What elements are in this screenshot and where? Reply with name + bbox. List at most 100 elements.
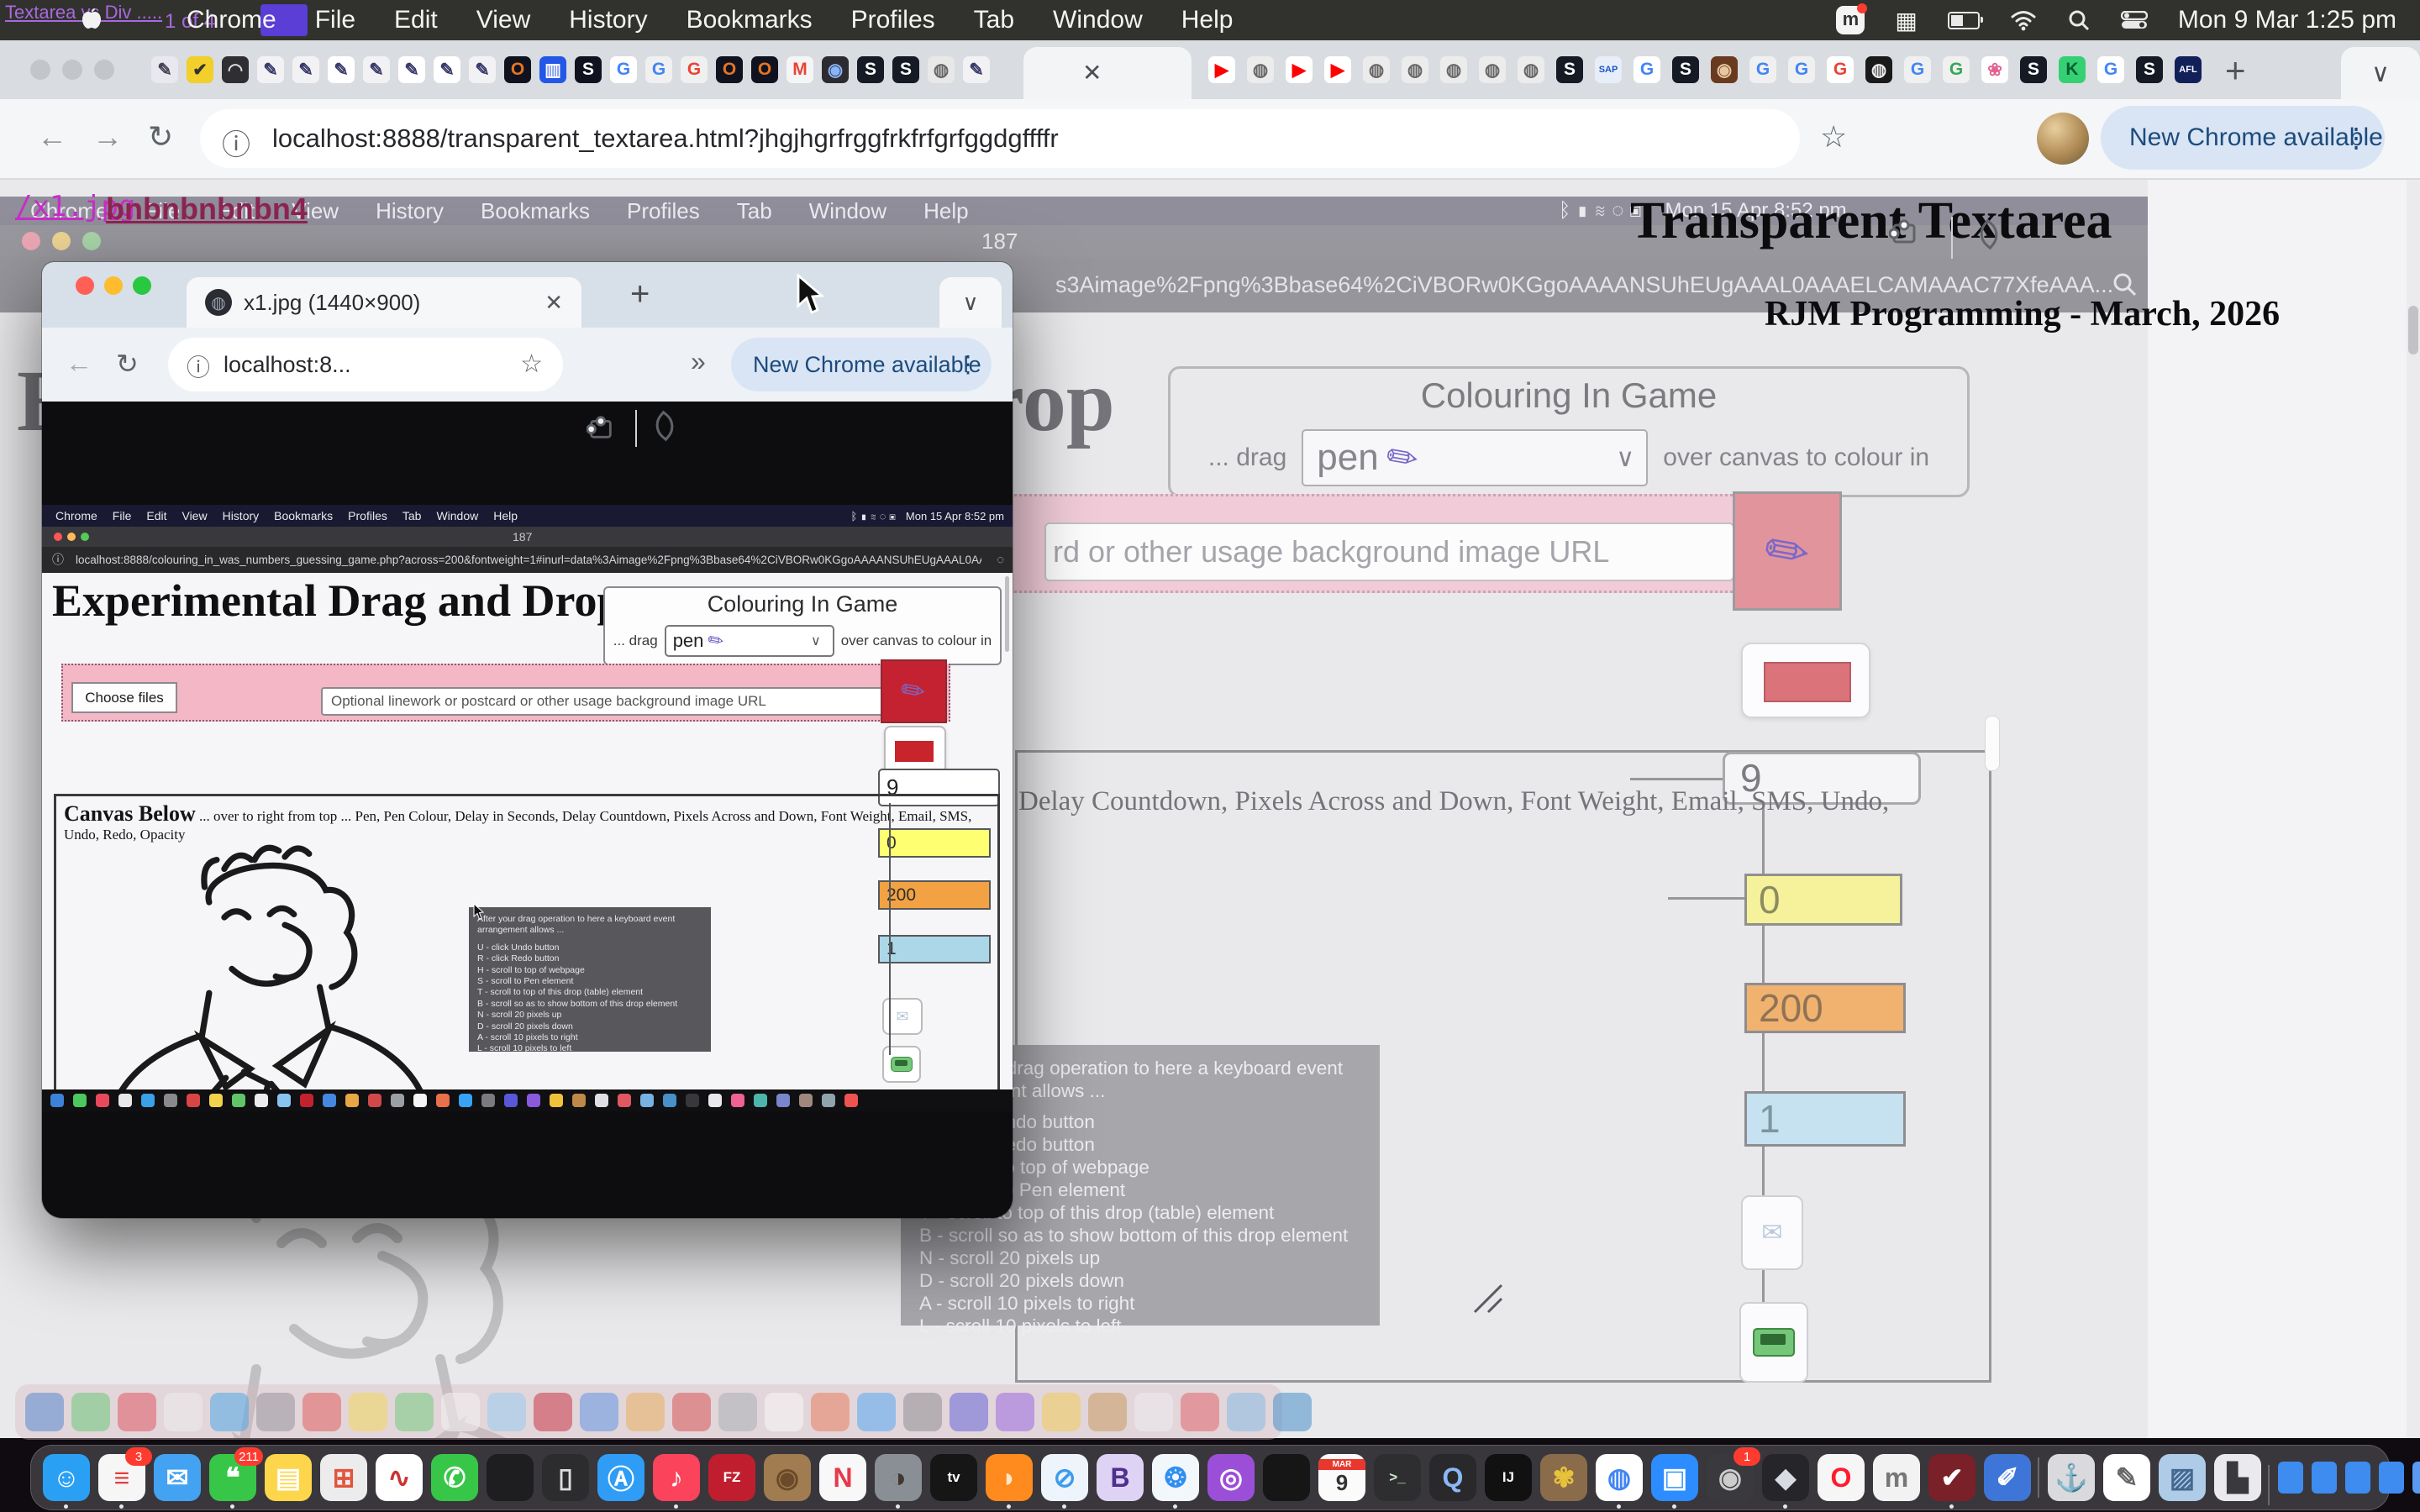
close-button[interactable] (30, 60, 50, 80)
pinned-tab[interactable]: O (751, 56, 778, 83)
dock-item[interactable]: O (1818, 1454, 1865, 1501)
dock-item[interactable]: Ⓐ (597, 1454, 644, 1501)
control-center-icon[interactable] (2121, 11, 2148, 29)
dock-item[interactable] (2379, 1462, 2404, 1494)
update-chrome-button[interactable]: New Chrome available ⋮ (731, 338, 992, 391)
pinned-tab[interactable]: ✎ (363, 56, 390, 83)
reload-button[interactable]: ↻ (116, 348, 139, 380)
bg-font-weight-input[interactable]: 1 (1744, 1091, 1906, 1147)
active-tab[interactable]: ✕ (1023, 47, 1192, 99)
pinned-tab[interactable]: ✎ (398, 56, 425, 83)
dock-item[interactable]: ◉ 1 (1707, 1454, 1754, 1501)
dock-item[interactable]: ▤ (265, 1454, 312, 1501)
pinned-tab[interactable]: ◠ (222, 56, 249, 83)
wifi-icon[interactable] (2010, 9, 2037, 31)
tab-close-icon[interactable]: ✕ (544, 277, 563, 328)
menubar-clock[interactable]: Mon 9 Mar 1:25 pm (2178, 6, 2396, 34)
menubar-item[interactable]: File (315, 6, 355, 34)
bg-background-url-input[interactable]: rd or other usage background image URL (1044, 522, 1734, 581)
minimize-button[interactable] (62, 60, 82, 80)
dock-item[interactable]: tv (930, 1454, 977, 1501)
pinned-tab[interactable]: S (2020, 56, 2047, 83)
pinned-tab[interactable]: ✎ (151, 56, 178, 83)
bg-pen-drag-tile[interactable]: ✎ (1733, 491, 1842, 611)
page-scrollbar[interactable] (2407, 178, 2420, 1438)
pinned-tab[interactable]: ◍ (1518, 56, 1544, 83)
menubar-item[interactable]: Help (1181, 6, 1234, 34)
dock-item[interactable]: 9 (1318, 1454, 1365, 1501)
pinned-tab[interactable]: G (1634, 56, 1660, 83)
dock-item[interactable]: ✔ (1928, 1454, 1975, 1501)
menubar-item[interactable]: Edit (394, 6, 438, 34)
popup-address-bar[interactable]: ⓘ localhost:8... ☆ (168, 338, 563, 391)
pinned-tab[interactable]: G (645, 56, 672, 83)
dock-item[interactable]: ✾ (1540, 1454, 1587, 1501)
bookmark-star-icon[interactable]: ☆ (1820, 119, 1847, 155)
pinned-tab[interactable]: ✎ (328, 56, 355, 83)
pinned-tab[interactable]: SAP (1595, 56, 1622, 83)
dock-item[interactable]: ◍ (1596, 1454, 1643, 1501)
pinned-tab[interactable]: ▥ (539, 56, 566, 83)
notification-app-icon[interactable]: m (1836, 6, 1865, 34)
apple-icon[interactable] (79, 8, 104, 33)
pinned-tab[interactable]: ▶ (1324, 56, 1351, 83)
extensions-icon[interactable] (587, 413, 615, 442)
dock-item[interactable]: FZ (708, 1454, 755, 1501)
dock-item[interactable]: IJ (1485, 1454, 1532, 1501)
pinned-tab[interactable]: G (2097, 56, 2124, 83)
dock-item[interactable]: ◉ (764, 1454, 811, 1501)
dock-item[interactable]: N (819, 1454, 866, 1501)
dock-item[interactable]: >_ (1374, 1454, 1421, 1501)
new-tab-button[interactable]: + (2225, 50, 2246, 91)
pinned-tab[interactable]: G (1827, 56, 1854, 83)
pinned-tab[interactable]: ◍ (1402, 56, 1428, 83)
bg-email-button[interactable]: ✉ (1741, 1195, 1803, 1270)
dock-item[interactable] (487, 1454, 534, 1501)
pinned-tab[interactable]: S (575, 56, 602, 83)
dock-item[interactable]: ♪ (653, 1454, 700, 1501)
pinned-tab[interactable]: S (1556, 56, 1583, 83)
pinned-tab[interactable]: ◍ (1865, 56, 1892, 83)
pinned-tab[interactable]: ✎ (469, 56, 496, 83)
inner-scrollbar-thumb[interactable] (1985, 716, 2000, 771)
url-text[interactable]: localhost:8888/transparent_textarea.html… (272, 109, 1059, 168)
dock-item[interactable]: ✐ (1984, 1454, 2031, 1501)
menubar-item[interactable]: Window (1053, 6, 1143, 34)
pinned-tab[interactable]: S (1672, 56, 1699, 83)
dock-item[interactable] (2345, 1462, 2370, 1494)
pinned-tab[interactable]: ✎ (292, 56, 319, 83)
performance-leaf-icon[interactable] (650, 411, 681, 442)
tab-search-button[interactable]: ∨ (939, 277, 1002, 328)
pinned-tab[interactable]: S (892, 56, 919, 83)
dock-item[interactable]: ✉ (154, 1454, 201, 1501)
pinned-tab[interactable]: ▶ (1208, 56, 1235, 83)
forward-button[interactable]: → (92, 119, 123, 155)
pinned-tab[interactable]: ✎ (963, 56, 990, 83)
pinned-tab[interactable]: ✎ (257, 56, 284, 83)
menubar-item[interactable]: Profiles (851, 6, 935, 34)
keyboard-icon[interactable]: ▦ (1895, 7, 1917, 34)
bg-pixels-across-input[interactable]: 200 (1744, 983, 1906, 1033)
dock-item[interactable]: B (1097, 1454, 1144, 1501)
overflow-icon[interactable]: » (691, 346, 706, 377)
dock-item[interactable] (2278, 1462, 2303, 1494)
dock-item[interactable]: ▙ (2214, 1454, 2261, 1501)
dock-item[interactable]: ⊘ (1041, 1454, 1088, 1501)
menubar-item[interactable]: Tab (974, 6, 1014, 34)
dock-item[interactable] (2412, 1462, 2420, 1494)
zoom-button[interactable] (133, 276, 151, 295)
pinned-tab[interactable]: S (2136, 56, 2163, 83)
kebab-menu-icon[interactable]: ⋮ (956, 338, 980, 391)
reload-button[interactable]: ↻ (148, 119, 173, 155)
pinned-tab[interactable]: G (610, 56, 637, 83)
pinned-tab[interactable]: ◉ (1711, 56, 1738, 83)
zoom-button[interactable] (94, 60, 114, 80)
dock-item[interactable]: ❂ (1152, 1454, 1199, 1501)
back-button[interactable]: ← (37, 119, 67, 155)
pinned-tab[interactable]: ◉ (822, 56, 849, 83)
pinned-tab[interactable]: G (1749, 56, 1776, 83)
update-chrome-button[interactable]: New Chrome available ⋮ (2101, 106, 2385, 170)
pinned-tab[interactable]: G (1788, 56, 1815, 83)
bookmark-star-icon[interactable]: ☆ (520, 349, 543, 379)
pinned-tab[interactable]: ✎ (434, 56, 460, 83)
